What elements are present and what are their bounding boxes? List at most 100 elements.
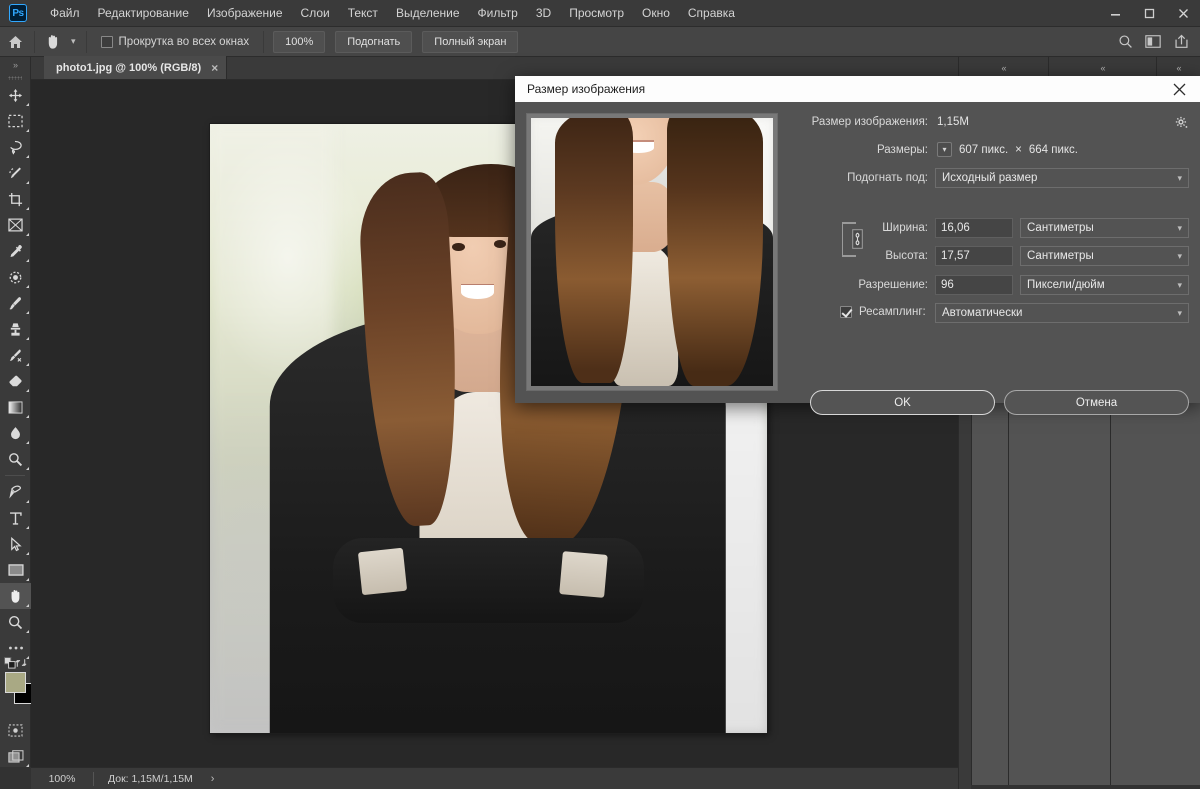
spot-healing-brush-tool[interactable] [0, 264, 31, 290]
home-icon[interactable] [0, 35, 30, 49]
status-document-size: Док: 1,15M/1,15M [94, 773, 193, 785]
resample-checkbox[interactable]: Ресамплинг: [840, 306, 926, 318]
menu-text[interactable]: Текст [339, 0, 387, 27]
swap-colors-icon[interactable] [15, 657, 27, 672]
zoom-100-button[interactable]: 100% [273, 31, 325, 53]
path-selection-tool[interactable] [0, 531, 31, 557]
toolbar-collapse-icon[interactable]: » [0, 57, 30, 73]
quick-selection-tool[interactable] [0, 160, 31, 186]
scroll-all-windows-checkbox[interactable]: Прокрутка во всех окнах [91, 36, 260, 48]
menu-layers[interactable]: Слои [292, 0, 339, 27]
image-size-label: Размер изображения: [798, 116, 928, 128]
dimensions-chevron-down-icon[interactable]: ▾ [937, 142, 952, 157]
tab-close-icon[interactable]: × [211, 62, 218, 74]
dialog-preview-thumbnail[interactable] [526, 113, 778, 391]
rectangular-marquee-tool[interactable] [0, 108, 31, 134]
eyedropper-tool[interactable] [0, 238, 31, 264]
resolution-unit-select[interactable]: Пиксели/дюйм ▾ [1020, 275, 1189, 295]
menu-edit[interactable]: Редактирование [89, 0, 198, 27]
dimensions-width-value: 607 пикс. [959, 144, 1008, 156]
resample-checkbox-box [840, 306, 852, 318]
hand-tool[interactable] [0, 583, 31, 609]
history-brush-tool[interactable] [0, 342, 31, 368]
screen-mode-icon[interactable] [0, 743, 31, 769]
crop-tool[interactable] [0, 186, 31, 212]
width-unit-select[interactable]: Сантиметры ▾ [1020, 218, 1189, 238]
pen-tool[interactable] [0, 479, 31, 505]
height-unit-value: Сантиметры [1027, 250, 1094, 262]
rectangle-tool[interactable] [0, 557, 31, 583]
cancel-button[interactable]: Отмена [1004, 390, 1189, 415]
menu-file[interactable]: Файл [41, 0, 89, 27]
canvas-subject-eye-left [452, 243, 464, 251]
type-tool[interactable] [0, 505, 31, 531]
lasso-tool[interactable] [0, 134, 31, 160]
dock-collapse-icon-1[interactable]: « [1001, 63, 1005, 73]
document-tab-photo1[interactable]: photo1.jpg @ 100% (RGB/8) × [44, 56, 227, 79]
tool-preset-chevron-down-icon[interactable]: ▾ [71, 36, 76, 47]
resolution-input[interactable]: 96 [935, 275, 1013, 295]
resample-chevron-down-icon: ▾ [1177, 308, 1182, 319]
width-value: 16,06 [941, 222, 970, 234]
gear-icon[interactable] [1175, 116, 1188, 132]
status-zoom-level[interactable]: 100% [31, 773, 93, 785]
resample-value: Автоматически [942, 307, 1022, 319]
zoom-tool[interactable] [0, 609, 31, 635]
clone-stamp-tool[interactable] [0, 316, 31, 342]
eraser-tool[interactable] [0, 368, 31, 394]
width-label: Ширина: [798, 222, 928, 234]
resample-select[interactable]: Автоматически ▾ [935, 303, 1189, 323]
canvas-subject-smile [461, 285, 494, 298]
menu-image[interactable]: Изображение [198, 0, 292, 27]
height-input[interactable]: 17,57 [935, 246, 1013, 266]
status-expand-arrow-icon[interactable]: › [193, 773, 215, 785]
dimensions-row: ▾ 607 пикс. × 664 пикс. [937, 142, 1078, 157]
dialog-close-icon[interactable] [1166, 76, 1192, 102]
search-icon[interactable] [1112, 29, 1138, 55]
height-unit-select[interactable]: Сантиметры ▾ [1020, 246, 1189, 266]
title-bar: Ps Файл Редактирование Изображение Слои … [0, 0, 1200, 27]
maximize-icon[interactable] [1132, 0, 1166, 27]
close-icon[interactable] [1166, 0, 1200, 27]
dodge-tool[interactable] [0, 446, 31, 472]
fit-to-select[interactable]: Исходный размер ▾ [935, 168, 1189, 188]
dialog-title-bar[interactable]: Размер изображения [515, 76, 1200, 102]
gradient-tool[interactable] [0, 394, 31, 420]
fit-screen-button[interactable]: Подогнать [335, 31, 412, 53]
canvas-subject-eye-right [494, 240, 506, 248]
foreground-color-swatch[interactable] [5, 672, 26, 693]
brush-tool[interactable] [0, 290, 31, 316]
dimensions-height-value: 664 пикс. [1029, 144, 1078, 156]
toolbar-drag-handle[interactable] [0, 73, 30, 82]
checkbox-box [101, 36, 113, 48]
frame-tool[interactable] [0, 212, 31, 238]
workspace-switcher-icon[interactable] [1140, 29, 1166, 55]
image-size-dialog[interactable]: Размер изображения [515, 76, 1200, 403]
width-unit-value: Сантиметры [1027, 222, 1094, 234]
menu-help[interactable]: Справка [679, 0, 744, 27]
fit-to-chevron-down-icon: ▾ [1177, 173, 1182, 184]
dock-collapse-icon-3[interactable]: « [1176, 63, 1180, 73]
canvas-subject-cuff-left [358, 548, 407, 595]
fit-to-value: Исходный размер [942, 172, 1037, 184]
resolution-unit-value: Пиксели/дюйм [1027, 279, 1105, 291]
fill-screen-button[interactable]: Полный экран [422, 31, 518, 53]
menu-filter[interactable]: Фильтр [469, 0, 527, 27]
menu-3d[interactable]: 3D [527, 0, 560, 27]
active-tool-hand-icon[interactable]: ▾ [39, 30, 82, 54]
image-size-value: 1,15M [937, 116, 969, 128]
color-swatches [0, 669, 30, 713]
menu-select[interactable]: Выделение [387, 0, 469, 27]
minimize-icon[interactable] [1098, 0, 1132, 27]
menu-view[interactable]: Просмотр [560, 0, 633, 27]
quick-mask-icon[interactable] [0, 717, 31, 743]
dock-collapse-icon-2[interactable]: « [1100, 63, 1104, 73]
share-icon[interactable] [1168, 29, 1194, 55]
width-input[interactable]: 16,06 [935, 218, 1013, 238]
blur-tool[interactable] [0, 420, 31, 446]
options-bar: ▾ Прокрутка во всех окнах 100% Подогнать… [0, 27, 1200, 57]
move-tool[interactable] [0, 82, 31, 108]
ok-button[interactable]: OK [810, 390, 995, 415]
height-unit-chevron-down-icon: ▾ [1177, 251, 1182, 262]
menu-window[interactable]: Окно [633, 0, 679, 27]
